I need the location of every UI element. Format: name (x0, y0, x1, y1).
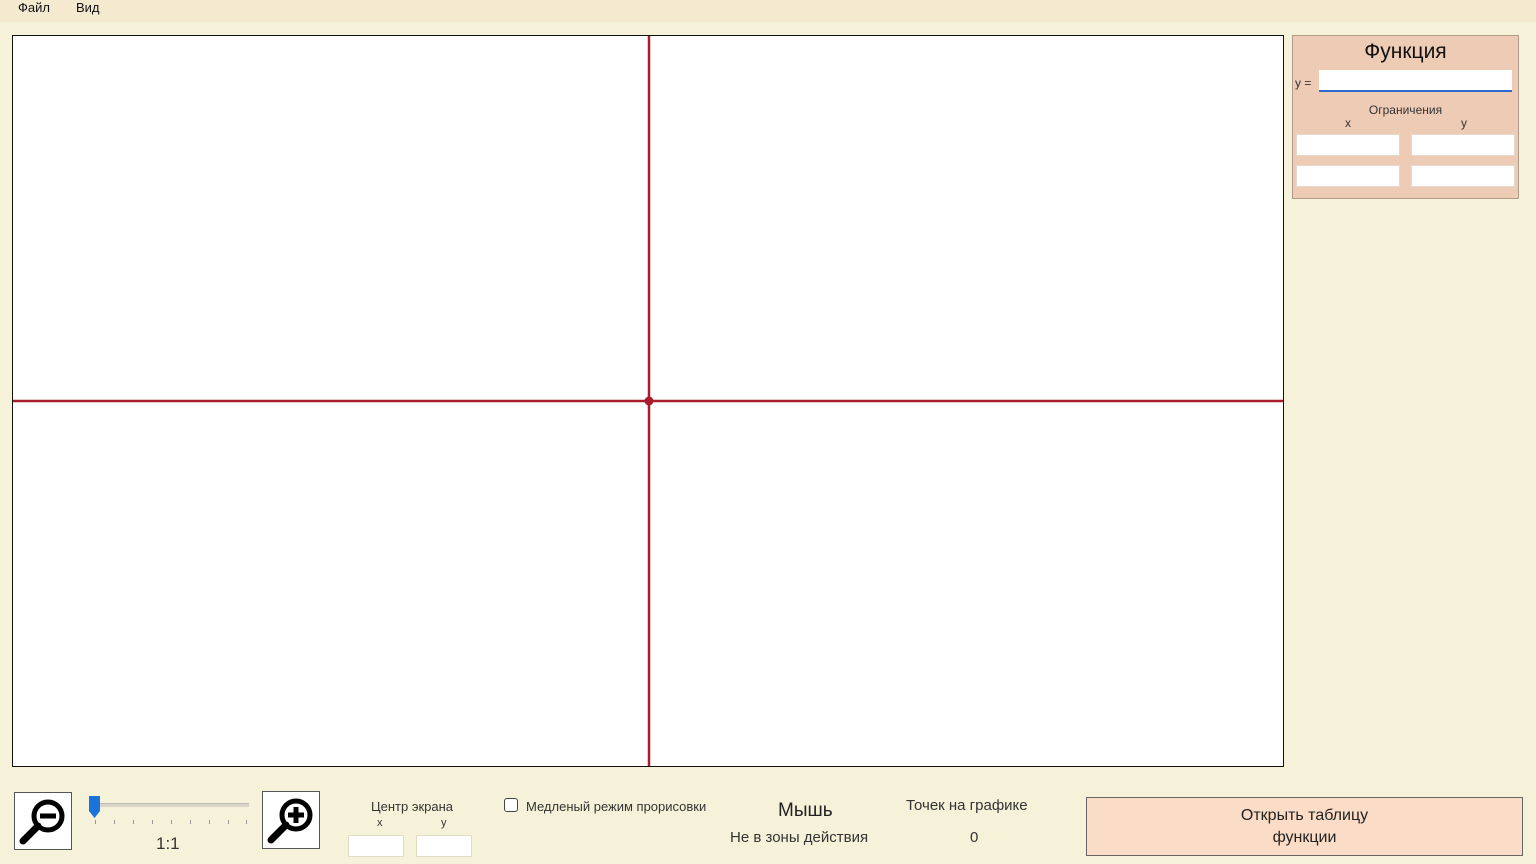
slider-tick (190, 820, 191, 824)
center-x-input[interactable] (348, 835, 404, 857)
slider-tick (209, 820, 210, 824)
limits-y-label: y (1461, 116, 1467, 130)
slow-mode-label[interactable]: Медленый режим прорисовки (526, 799, 706, 814)
slider-tick (171, 820, 172, 824)
zoom-slider-thumb[interactable] (89, 796, 100, 818)
menu-bar: Файл Вид (0, 0, 1536, 22)
function-y-label: y = (1295, 76, 1312, 90)
limits-label: Ограничения (1368, 103, 1443, 117)
zoom-slider-track[interactable] (93, 803, 249, 807)
open-table-line2: функции (1272, 828, 1337, 846)
mouse-status: Не в зоны действия (730, 829, 869, 846)
zoom-in-button[interactable] (262, 791, 320, 849)
center-y-label: y (441, 817, 447, 829)
slider-tick (133, 820, 134, 824)
menu-view[interactable]: Вид (76, 0, 100, 16)
zoom-out-magnifier-icon (19, 799, 65, 845)
mouse-title: Мышь (778, 800, 833, 821)
slider-tick (246, 820, 247, 824)
points-count: 0 (970, 829, 979, 846)
center-y-input[interactable] (416, 835, 472, 857)
center-x-label: x (377, 817, 383, 829)
origin-point (644, 396, 654, 406)
menu-file[interactable]: Файл (18, 0, 50, 16)
y-max-input[interactable] (1411, 165, 1515, 187)
open-table-line1: Открыть таблицу (1240, 806, 1369, 824)
limits-x-label: x (1345, 116, 1351, 130)
x-min-input[interactable] (1296, 134, 1400, 156)
slider-tick (95, 820, 96, 824)
y-min-input[interactable] (1411, 134, 1515, 156)
graph-canvas[interactable] (12, 35, 1284, 767)
function-panel: Функция y = Ограничения x y (1292, 35, 1519, 199)
points-title: Точек на графике (906, 797, 1028, 814)
slider-tick (114, 820, 115, 824)
zoom-scale-label: 1:1 (156, 834, 180, 853)
center-label: Центр экрана (371, 799, 454, 814)
slider-tick (228, 820, 229, 824)
open-function-table-button[interactable]: Открыть таблицу функции (1086, 797, 1523, 856)
function-input[interactable] (1319, 70, 1512, 92)
zoom-in-magnifier-icon (267, 798, 313, 844)
function-panel-title: Функция (1364, 40, 1447, 63)
graph-svg (13, 36, 1283, 766)
slow-mode-checkbox[interactable] (504, 798, 518, 812)
x-max-input[interactable] (1296, 165, 1400, 187)
slider-tick (152, 820, 153, 824)
zoom-out-button[interactable] (14, 792, 72, 850)
